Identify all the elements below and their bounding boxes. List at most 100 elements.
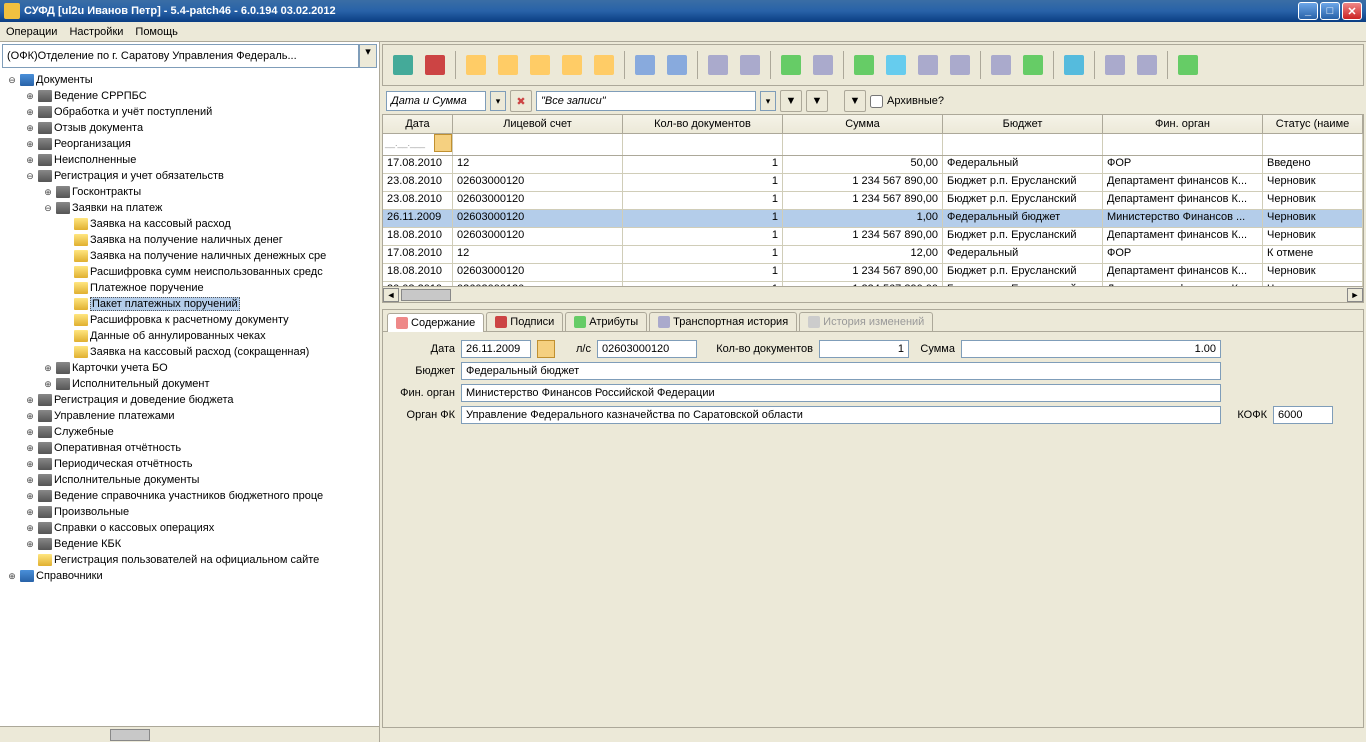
tree-toggle-icon[interactable]: ⊕ xyxy=(24,523,36,534)
tree-toggle-icon[interactable]: ⊖ xyxy=(24,171,36,182)
filter-fin-input[interactable] xyxy=(1103,134,1262,154)
tree-toggle-icon[interactable]: ⊕ xyxy=(24,395,36,406)
tree-item[interactable]: ⊕Исполнительные документы xyxy=(2,472,377,488)
tree-item[interactable]: ⊕Реорганизация xyxy=(2,136,377,152)
table-row[interactable]: 23.08.20100260300012011 234 567 890,00Бю… xyxy=(383,174,1363,192)
table-row[interactable]: 26.11.20090260300012011,00Федеральный бю… xyxy=(383,210,1363,228)
tree-item[interactable]: ⊕Обработка и учёт поступлений xyxy=(2,104,377,120)
scroll-left-icon[interactable]: ◄ xyxy=(383,288,399,302)
tree-toggle-icon[interactable]: ⊖ xyxy=(42,203,54,214)
filter-preset-dd[interactable]: ▾ xyxy=(490,91,506,111)
grid-hscroll[interactable]: ◄ ► xyxy=(383,286,1363,302)
tree-toggle-icon[interactable]: ⊕ xyxy=(24,91,36,102)
sidebar-hscroll[interactable] xyxy=(0,726,379,742)
tree-item[interactable]: ⊕Ведение КБК xyxy=(2,536,377,552)
tree-toggle-icon[interactable]: ⊕ xyxy=(24,539,36,550)
tree-item[interactable]: Пакет платежных поручений xyxy=(2,296,377,312)
tree-item[interactable]: Заявка на кассовый расход (сокращенная) xyxy=(2,344,377,360)
tree-item[interactable]: Заявка на получение наличных денежных ср… xyxy=(2,248,377,264)
tree-item[interactable]: ⊕Служебные xyxy=(2,424,377,440)
filter-preset[interactable]: Дата и Сумма xyxy=(386,91,486,111)
tree-item[interactable]: Расшифровка к расчетному документу xyxy=(2,312,377,328)
toolbar-button[interactable] xyxy=(850,51,878,79)
close-button[interactable]: ✕ xyxy=(1342,2,1362,20)
tree-item[interactable]: ⊕Неисполненные xyxy=(2,152,377,168)
tree-item[interactable]: ⊕Справочники xyxy=(2,568,377,584)
tree-item[interactable]: ⊕Оперативная отчётность xyxy=(2,440,377,456)
col-status[interactable]: Статус (наиме xyxy=(1263,115,1363,133)
toolbar-button[interactable] xyxy=(526,51,554,79)
tree-item[interactable]: ⊕Карточки учета БО xyxy=(2,360,377,376)
filter-budget-input[interactable] xyxy=(943,134,1102,154)
tree-item[interactable]: ⊕Произвольные xyxy=(2,504,377,520)
toolbar-button[interactable] xyxy=(389,51,417,79)
tree-item[interactable]: ⊕Отзыв документа xyxy=(2,120,377,136)
tree-toggle-icon[interactable]: ⊕ xyxy=(6,571,18,582)
tab-transport[interactable]: Транспортная история xyxy=(649,312,797,331)
tree-toggle-icon[interactable]: ⊕ xyxy=(24,107,36,118)
archive-checkbox[interactable]: Архивные? xyxy=(870,95,944,108)
toolbar-button[interactable] xyxy=(946,51,974,79)
detail-budget[interactable] xyxy=(461,362,1221,380)
tree-toggle-icon[interactable]: ⊕ xyxy=(24,443,36,454)
filter-records[interactable]: "Все записи" xyxy=(536,91,756,111)
tree-item[interactable]: ⊕Справки о кассовых операциях xyxy=(2,520,377,536)
tree-toggle-icon[interactable]: ⊕ xyxy=(24,427,36,438)
detail-fin[interactable] xyxy=(461,384,1221,402)
toolbar-button[interactable] xyxy=(914,51,942,79)
tree-toggle-icon[interactable]: ⊕ xyxy=(24,411,36,422)
tree-toggle-icon[interactable]: ⊕ xyxy=(42,187,54,198)
col-qty[interactable]: Кол-во документов xyxy=(623,115,783,133)
col-budget[interactable]: Бюджет xyxy=(943,115,1103,133)
tree-item[interactable]: ⊖Документы xyxy=(2,72,377,88)
filter-qty-input[interactable] xyxy=(623,134,782,154)
tab-content[interactable]: Содержание xyxy=(387,313,484,332)
toolbar-button[interactable] xyxy=(777,51,805,79)
toolbar-button[interactable] xyxy=(1101,51,1129,79)
toolbar-button[interactable] xyxy=(1133,51,1161,79)
calendar-icon[interactable] xyxy=(434,134,452,152)
toolbar-button[interactable] xyxy=(882,51,910,79)
archive-input[interactable] xyxy=(870,95,883,108)
detail-ls[interactable] xyxy=(597,340,697,358)
org-input[interactable] xyxy=(2,44,359,68)
detail-organ[interactable] xyxy=(461,406,1221,424)
toolbar-button[interactable] xyxy=(809,51,837,79)
toolbar-button[interactable] xyxy=(1060,51,1088,79)
toolbar-button[interactable] xyxy=(631,51,659,79)
tree-item[interactable]: ⊖Регистрация и учет обязательств xyxy=(2,168,377,184)
tree-toggle-icon[interactable]: ⊕ xyxy=(24,139,36,150)
tree-item[interactable]: Данные об аннулированных чеках xyxy=(2,328,377,344)
tree-toggle-icon[interactable]: ⊕ xyxy=(42,379,54,390)
filter-funnel-1[interactable]: ▼ xyxy=(780,90,802,112)
filter-status-input[interactable] xyxy=(1263,134,1362,154)
toolbar-button[interactable] xyxy=(421,51,449,79)
tree-toggle-icon[interactable]: ⊕ xyxy=(24,491,36,502)
detail-kofk[interactable] xyxy=(1273,406,1333,424)
tree-toggle-icon[interactable]: ⊕ xyxy=(24,507,36,518)
detail-date[interactable] xyxy=(461,340,531,358)
tree-toggle-icon[interactable]: ⊖ xyxy=(6,75,18,86)
tree-item[interactable]: Заявка на получение наличных денег xyxy=(2,232,377,248)
tab-attributes[interactable]: Атрибуты xyxy=(565,312,647,331)
tree-item[interactable]: ⊖Заявки на платеж xyxy=(2,200,377,216)
toolbar-button[interactable] xyxy=(736,51,764,79)
tree-item[interactable]: ⊕Управление платежами xyxy=(2,408,377,424)
tree-toggle-icon[interactable]: ⊕ xyxy=(24,155,36,166)
toolbar-button[interactable] xyxy=(987,51,1015,79)
filter-funnel-3[interactable]: ▼ xyxy=(844,90,866,112)
toolbar-button[interactable] xyxy=(494,51,522,79)
menu-operations[interactable]: Операции xyxy=(6,26,57,38)
tree-item[interactable]: ⊕Ведение СРРПБС xyxy=(2,88,377,104)
tree-item[interactable]: ⊕Исполнительный документ xyxy=(2,376,377,392)
toolbar-button[interactable] xyxy=(462,51,490,79)
toolbar-button[interactable] xyxy=(590,51,618,79)
tree-item[interactable]: Расшифровка сумм неиспользованных средс xyxy=(2,264,377,280)
col-date[interactable]: Дата xyxy=(383,115,453,133)
tree-item[interactable]: ⊕Регистрация и доведение бюджета xyxy=(2,392,377,408)
col-fin[interactable]: Фин. орган xyxy=(1103,115,1263,133)
tree-toggle-icon[interactable]: ⊕ xyxy=(24,459,36,470)
tree-item[interactable]: Заявка на кассовый расход xyxy=(2,216,377,232)
minimize-button[interactable]: _ xyxy=(1298,2,1318,20)
filter-date-picker[interactable]: __.__.___ xyxy=(383,134,452,152)
